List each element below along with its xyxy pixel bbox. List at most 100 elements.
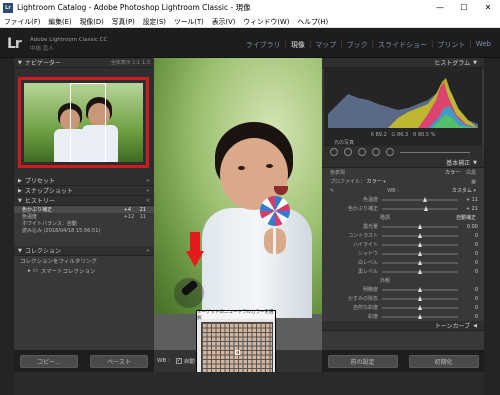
plus-icon[interactable]: + [146, 248, 150, 254]
white-balance-dropper-icon[interactable] [174, 278, 204, 308]
slider-track[interactable] [382, 205, 458, 211]
slider-blacks[interactable]: 黒レベル 0 [322, 267, 484, 276]
slider-knob[interactable] [418, 304, 422, 310]
slider-track[interactable] [382, 250, 458, 256]
snapshots-header[interactable]: ▶ スナップショット + [14, 186, 154, 196]
basic-header[interactable]: 基本補正 ▼ [322, 158, 484, 168]
treatment-bw-option[interactable]: 白黒 [466, 170, 476, 176]
slider-knob[interactable] [418, 259, 422, 265]
profile-browser-icon[interactable]: ▦ [471, 179, 476, 185]
close-icon[interactable]: ✕ [476, 0, 500, 15]
menu-help[interactable]: ヘルプ(H) [293, 16, 332, 26]
module-web[interactable]: Web [473, 40, 494, 50]
paste-button[interactable]: ペースト [90, 354, 148, 368]
crop-tool-icon[interactable] [330, 148, 338, 156]
module-book[interactable]: ブック [344, 40, 371, 50]
maximize-icon[interactable]: ☐ [452, 0, 476, 15]
history-item[interactable]: 色温度 +12 11 [14, 213, 154, 221]
slider-whites[interactable]: 白レベル 0 [322, 258, 484, 267]
slider-exposure[interactable]: 露光量 0.00 [322, 222, 484, 231]
slider-tint[interactable]: 色かぶり補正 + 21 [322, 204, 484, 213]
slider-knob[interactable] [418, 313, 422, 319]
slider-shadows[interactable]: シャドウ 0 [322, 249, 484, 258]
menu-tools[interactable]: ツール(T) [170, 16, 208, 26]
module-library[interactable]: ライブラリ [243, 40, 284, 50]
navigator-header[interactable]: ▼ ナビゲーター 全体表示 1:1 1:3 [14, 58, 154, 68]
histogram-header[interactable]: ヒストグラム ▼ [322, 58, 484, 68]
menu-edit[interactable]: 編集(E) [44, 16, 75, 26]
tone-curve-header[interactable]: トーンカーブ ◀ [322, 321, 484, 331]
slider-knob[interactable] [418, 232, 422, 238]
menu-develop[interactable]: 現像(D) [76, 16, 108, 26]
slider-highlights[interactable]: ハイライト 0 [322, 240, 484, 249]
slider-temp[interactable]: 色温度 + 11 [322, 195, 484, 204]
slider-knob[interactable] [418, 286, 422, 292]
radial-filter-icon[interactable] [386, 148, 394, 156]
slider-track[interactable] [382, 259, 458, 265]
wb-dropper-icon[interactable]: ✎ [330, 188, 334, 194]
history-item[interactable]: ホワイトバランス：自動 [14, 220, 154, 227]
plus-icon[interactable]: + [146, 178, 150, 184]
slider-track[interactable] [382, 196, 458, 202]
minimize-icon[interactable]: — [428, 0, 452, 15]
slider-knob[interactable] [418, 295, 422, 301]
slider-track[interactable] [382, 286, 458, 292]
menu-window[interactable]: ウィンドウ(W) [239, 16, 293, 26]
menu-photo[interactable]: 写真(P) [108, 16, 139, 26]
slider-value[interactable]: 0 [458, 260, 478, 266]
presets-header[interactable]: ▶ プリセット + [14, 176, 154, 186]
slider-knob[interactable] [418, 268, 422, 274]
slider-knob[interactable] [418, 241, 422, 247]
spot-removal-icon[interactable] [344, 148, 352, 156]
graduated-filter-icon[interactable] [372, 148, 380, 156]
collection-filter[interactable]: コレクションをフィルタリング [14, 256, 154, 266]
slider-track[interactable] [382, 295, 458, 301]
module-slideshow[interactable]: スライドショー [375, 40, 430, 50]
wb-dropdown[interactable]: カスタム [452, 188, 472, 194]
slider-vibrance[interactable]: 自然な彩度 0 [322, 303, 484, 312]
profile-dropdown[interactable]: カラー [367, 179, 382, 185]
red-eye-icon[interactable] [358, 148, 366, 156]
menu-view[interactable]: 表示(V) [208, 16, 240, 26]
slider-track[interactable] [382, 223, 458, 229]
slider-value[interactable]: + 11 [458, 197, 478, 203]
slider-value[interactable]: 0 [458, 233, 478, 239]
slider-knob[interactable] [418, 250, 422, 256]
slider-track[interactable] [382, 268, 458, 274]
slider-knob[interactable] [418, 223, 422, 229]
slider-contrast[interactable]: コントラスト 0 [322, 231, 484, 240]
slider-value[interactable]: + 21 [458, 206, 478, 212]
auto-tone-button[interactable]: 自動補正 [456, 214, 476, 221]
auto-dismiss-checkbox[interactable]: ✓ [175, 358, 182, 364]
close-icon[interactable]: ✕ [146, 198, 150, 204]
plus-icon[interactable]: + [146, 188, 150, 194]
previous-settings-button[interactable]: 前の設定 [327, 354, 398, 368]
slider-value[interactable]: 0 [458, 314, 478, 320]
history-item[interactable]: 読み込み (2018/04/18 15:56:51) [14, 227, 154, 234]
slider-dehaze[interactable]: かすみの除去 0 [322, 294, 484, 303]
original-photo-toggle[interactable]: 元の写真 [324, 139, 482, 146]
slider-value[interactable]: 0 [458, 269, 478, 275]
brush-slider[interactable] [400, 151, 470, 153]
slider-knob[interactable] [422, 196, 427, 202]
slider-knob[interactable] [424, 205, 429, 211]
slider-value[interactable]: 0 [458, 251, 478, 257]
copy-button[interactable]: コピー... [20, 354, 78, 368]
treatment-color-option[interactable]: カラー [445, 170, 460, 176]
module-print[interactable]: プリント [434, 40, 468, 50]
slider-value[interactable]: 0 [458, 305, 478, 311]
slider-value[interactable]: 0 [458, 242, 478, 248]
history-item[interactable]: 色かぶり補正 +4 21 [14, 206, 154, 213]
slider-track[interactable] [382, 304, 458, 310]
reset-button[interactable]: 初期化 [408, 354, 479, 368]
module-develop[interactable]: 現像 [288, 40, 308, 50]
slider-value[interactable]: 0 [458, 296, 478, 302]
slider-track[interactable] [382, 232, 458, 238]
photo-canvas[interactable] [154, 58, 322, 350]
menu-settings[interactable]: 設定(S) [139, 16, 170, 26]
slider-value[interactable]: 0.00 [458, 224, 478, 230]
main-photo[interactable] [154, 58, 322, 318]
history-header[interactable]: ▼ ヒストリー ✕ [14, 196, 154, 206]
module-map[interactable]: マップ [312, 40, 339, 50]
smart-collection-item[interactable]: ▸ ▭ スマートコレクション [14, 266, 154, 276]
